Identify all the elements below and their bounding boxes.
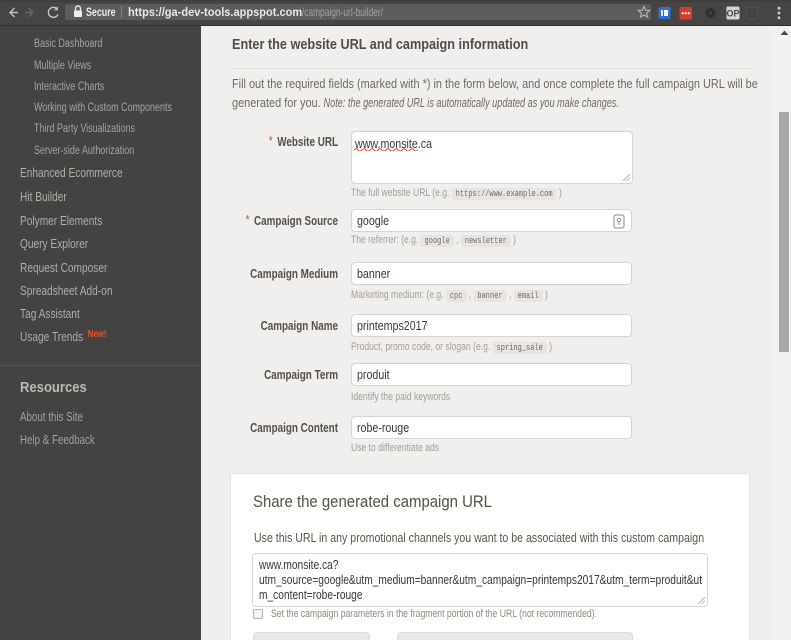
svg-text:OP: OP: [726, 9, 739, 19]
